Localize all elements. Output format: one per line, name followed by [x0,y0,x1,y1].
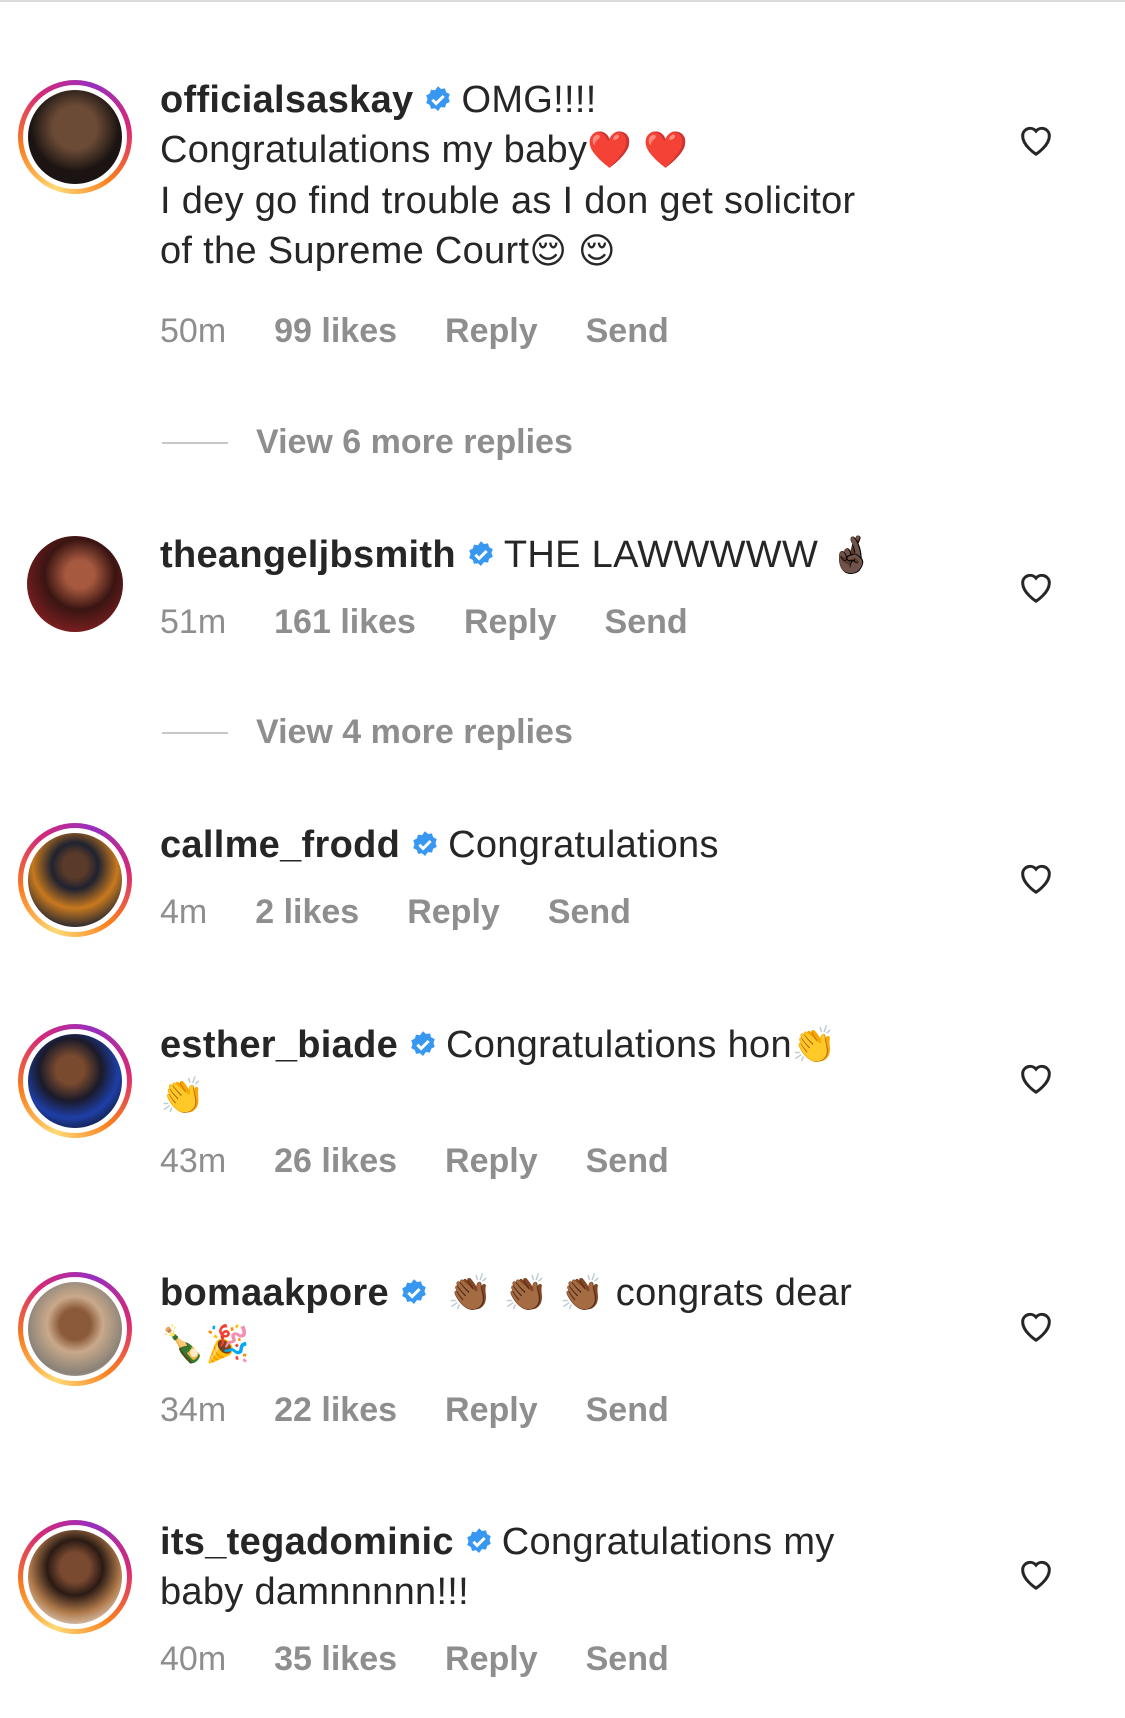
avatar[interactable] [18,527,132,641]
send-button[interactable]: Send [605,603,688,641]
view-replies-label: View 4 more replies [256,713,573,751]
heart-icon[interactable] [1016,120,1056,160]
comment-username[interactable]: theangeljbsmith [160,534,456,576]
heart-icon[interactable] [1016,1554,1056,1594]
likes-count[interactable]: 22 likes [274,1391,397,1429]
comment-username[interactable]: callme_frodd [160,824,400,866]
likes-count[interactable]: 99 likes [274,312,397,350]
comment-time: 43m [160,1142,227,1180]
champagne-emoji: 🍾 [160,1324,206,1365]
view-replies-button[interactable]: View 6 more replies [162,423,573,462]
verified-badge-icon [402,1279,426,1304]
comment-text: baby damnnnnn!!! [160,1571,470,1613]
comment-text: congrats dear [615,1272,853,1314]
clapping-emoji: 👏 [791,1025,837,1066]
likes-count[interactable]: 2 likes [255,893,359,931]
relieved-emoji: 😌 [578,231,616,272]
replies-divider [162,731,228,734]
heart-icon[interactable] [1016,1306,1056,1346]
view-replies-button[interactable]: View 4 more replies [162,713,573,752]
comment-username[interactable]: bomaakpore [160,1272,389,1314]
send-button[interactable]: Send [586,1391,669,1429]
comment-text: Congratulations [448,824,719,866]
top-divider [0,0,1125,2]
heart-icon[interactable] [1016,1058,1056,1098]
comment-meta: 34m 22 likes Reply Send [160,1391,717,1430]
send-button[interactable]: Send [586,312,669,350]
likes-count[interactable]: 35 likes [274,1640,397,1678]
verified-badge-icon [467,1528,491,1553]
comment-text: Congratulations my baby [160,129,588,171]
heart-emoji: ❤️ [643,130,689,171]
heart-icon[interactable] [1016,858,1056,898]
comment-time: 40m [160,1640,227,1678]
comment-text: OMG!!!! [461,79,597,121]
verified-badge-icon [411,1031,435,1056]
comment-meta: 40m 35 likes Reply Send [160,1640,717,1679]
avatar[interactable] [18,1520,132,1634]
likes-count[interactable]: 26 likes [274,1142,397,1180]
comment-username[interactable]: its_tegadominic [160,1521,454,1563]
comment-text: THE LAWWWWW [503,534,819,576]
avatar[interactable] [18,823,132,937]
comment-meta: 50m 99 likes Reply Send [160,312,717,351]
verified-badge-icon [413,831,437,856]
party-popper-emoji: 🎉 [205,1324,251,1365]
avatar[interactable] [18,1024,132,1138]
reply-button[interactable]: Reply [445,312,538,350]
verified-badge-icon [469,541,493,566]
replies-divider [162,441,228,444]
reply-button[interactable]: Reply [464,603,557,641]
comment-meta: 43m 26 likes Reply Send [160,1142,717,1181]
comment-time: 50m [160,312,227,350]
send-button[interactable]: Send [548,893,631,931]
view-replies-label: View 6 more replies [256,423,573,461]
reply-button[interactable]: Reply [445,1640,538,1678]
comment-text: Congratulations hon [446,1024,792,1066]
clapping-emoji: 👏 [160,1076,206,1117]
clapping-emoji: 👏🏾 [503,1273,549,1314]
avatar[interactable] [18,1272,132,1386]
clapping-emoji: 👏🏾 [559,1273,605,1314]
comment-time: 4m [160,893,208,931]
heart-icon[interactable] [1016,567,1056,607]
likes-count[interactable]: 161 likes [274,603,416,641]
heart-emoji: ❤️ [587,130,633,171]
relieved-emoji: 😌 [529,231,568,272]
send-button[interactable]: Send [586,1640,669,1678]
comment-text: of the Supreme Court [160,230,530,272]
comment-text: I dey go find trouble as I don get solic… [160,180,856,222]
crossed-fingers-emoji: 🤞🏿 [829,535,875,576]
comment-username[interactable]: officialsaskay [160,79,413,121]
reply-button[interactable]: Reply [445,1142,538,1180]
clapping-emoji: 👏🏾 [447,1273,493,1314]
comment-meta: 4m 2 likes Reply Send [160,893,679,932]
reply-button[interactable]: Reply [407,893,500,931]
avatar[interactable] [18,80,132,194]
comment-time: 51m [160,603,227,641]
reply-button[interactable]: Reply [445,1391,538,1429]
comment-time: 34m [160,1391,227,1429]
send-button[interactable]: Send [586,1142,669,1180]
comment-text: Congratulations my [501,1521,835,1563]
comment-username[interactable]: esther_biade [160,1024,398,1066]
verified-badge-icon [426,86,451,111]
comment-meta: 51m 161 likes Reply Send [160,603,736,642]
